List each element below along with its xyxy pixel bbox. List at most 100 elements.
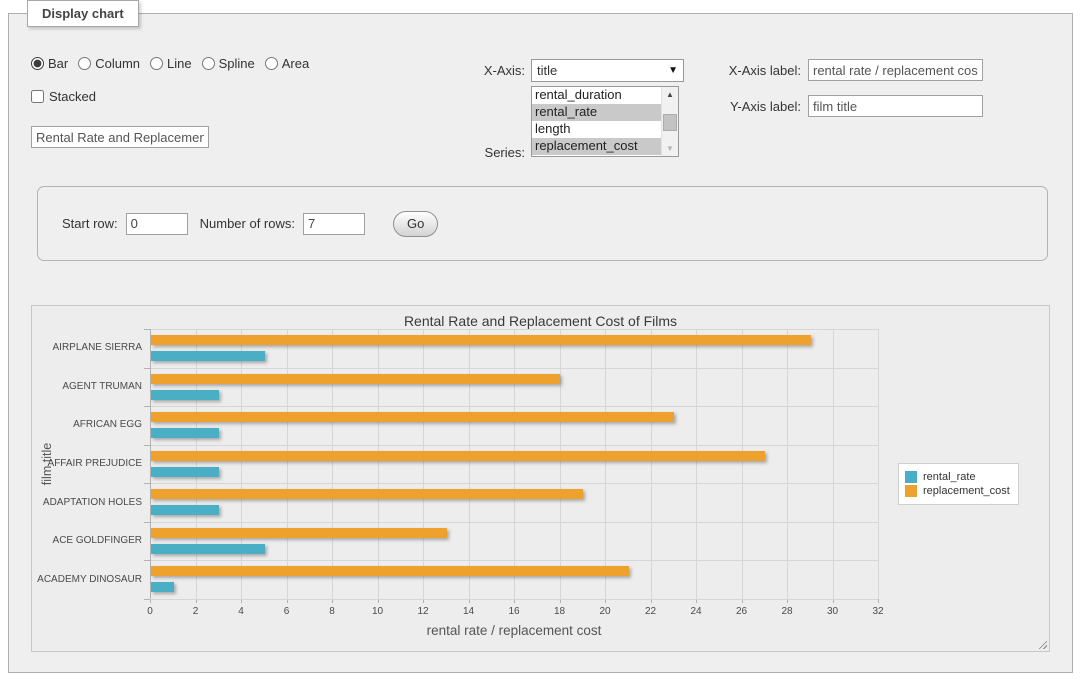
legend-swatch-icon <box>905 471 917 483</box>
chevron-down-icon: ▼ <box>668 65 678 76</box>
chart-type-bar[interactable]: Bar <box>31 56 68 71</box>
x-axis-tick-label: 30 <box>827 606 838 617</box>
series-option-rental_rate[interactable]: rental_rate <box>532 104 661 121</box>
bar-replacement_cost <box>151 566 629 576</box>
chart-type-spline[interactable]: Spline <box>202 56 255 71</box>
x-axis-tick-label: 26 <box>736 606 747 617</box>
bar-replacement_cost <box>151 489 583 499</box>
chart-type-line[interactable]: Line <box>150 56 192 71</box>
legend-label: rental_rate <box>923 471 976 483</box>
category-band <box>150 329 878 368</box>
display-chart-fieldset: Display chart BarColumnLineSplineArea St… <box>8 13 1073 673</box>
series-option-length[interactable]: length <box>532 121 661 138</box>
category-label: AGENT TRUMAN <box>32 381 142 392</box>
y-axis-tick <box>144 599 150 600</box>
series-option-rental_duration[interactable]: rental_duration <box>532 87 661 104</box>
scrollbar-thumb[interactable] <box>663 114 677 130</box>
chart-type-column[interactable]: Column <box>78 56 140 71</box>
radio-column[interactable] <box>78 57 91 70</box>
x-axis-tick-label: 8 <box>329 606 335 617</box>
category-band <box>150 445 878 484</box>
x-axis-tick-label: 0 <box>147 606 153 617</box>
x-axis-tick-label: 24 <box>690 606 701 617</box>
chart-type-label: Bar <box>48 56 68 71</box>
category-band <box>150 560 878 599</box>
legend-item-rental_rate[interactable]: rental_rate <box>905 471 1010 483</box>
x-axis-tick-label: 16 <box>508 606 519 617</box>
stacked-option[interactable]: Stacked <box>31 89 96 104</box>
category-label: ADAPTATION HOLES <box>32 497 142 508</box>
bar-rental_rate <box>151 582 174 592</box>
scroll-down-icon[interactable]: ▼ <box>662 141 678 156</box>
legend-label: replacement_cost <box>923 485 1010 497</box>
chart-title-input[interactable] <box>31 126 209 148</box>
y-axis-label-input[interactable] <box>808 95 983 117</box>
radio-bar[interactable] <box>31 57 44 70</box>
bar-rental_rate <box>151 505 219 515</box>
category-label: AIRPLANE SIERRA <box>32 342 142 353</box>
bar-replacement_cost <box>151 335 811 345</box>
scroll-up-icon[interactable]: ▲ <box>662 87 678 102</box>
x-axis-tick <box>878 599 879 603</box>
scrollbar-track[interactable] <box>662 102 678 141</box>
start-row-label: Start row: <box>62 216 118 231</box>
x-axis-tick-label: 28 <box>781 606 792 617</box>
category-band <box>150 483 878 522</box>
x-axis-tick-label: 20 <box>599 606 610 617</box>
x-axis-label-input[interactable] <box>808 59 983 81</box>
category-band <box>150 522 878 561</box>
bar-replacement_cost <box>151 412 674 422</box>
go-button[interactable]: Go <box>393 211 438 237</box>
bar-rental_rate <box>151 467 219 477</box>
row-controls-panel: Start row: Number of rows: Go <box>37 186 1048 261</box>
bar-replacement_cost <box>151 451 765 461</box>
bar-rental_rate <box>151 544 265 554</box>
radio-line[interactable] <box>150 57 163 70</box>
bar-replacement_cost <box>151 528 447 538</box>
fieldset-legend: Display chart <box>27 0 139 27</box>
series-list-label: Series: <box>449 145 525 160</box>
start-row-input[interactable] <box>126 213 188 235</box>
x-axis-select[interactable]: title ▼ <box>531 59 684 82</box>
category-label: ACE GOLDFINGER <box>32 535 142 546</box>
chart-type-area[interactable]: Area <box>265 56 309 71</box>
chart-type-label: Spline <box>219 56 255 71</box>
bar-rental_rate <box>151 428 219 438</box>
x-axis-tick-label: 32 <box>872 606 883 617</box>
category-label: AFFAIR PREJUDICE <box>32 458 142 469</box>
y-axis-label-label: Y-Axis label: <box>711 99 801 114</box>
x-axis-title: rental rate / replacement cost <box>150 623 878 638</box>
resize-handle-icon[interactable] <box>1036 638 1047 649</box>
gridline <box>150 599 878 600</box>
series-options: rental_durationrental_ratelengthreplacem… <box>532 87 661 156</box>
num-rows-label: Number of rows: <box>200 216 295 231</box>
category-band <box>150 406 878 445</box>
stacked-label: Stacked <box>49 89 96 104</box>
gridline <box>878 329 879 599</box>
legend-item-replacement_cost[interactable]: replacement_cost <box>905 485 1010 497</box>
x-axis-selected-value: title <box>537 63 668 78</box>
x-axis-tick-label: 6 <box>284 606 290 617</box>
x-axis-tick-label: 4 <box>238 606 244 617</box>
stacked-checkbox[interactable] <box>31 90 44 103</box>
chart-type-options: Bar Column Line Spline Area <box>31 56 319 71</box>
chart-container: Rental Rate and Replacement Cost of Film… <box>31 305 1050 652</box>
category-label: ACADEMY DINOSAUR <box>32 574 142 585</box>
bar-rental_rate <box>151 351 265 361</box>
radio-area[interactable] <box>265 57 278 70</box>
series-scrollbar[interactable]: ▲ ▼ <box>661 87 678 156</box>
series-option-replacement_cost[interactable]: replacement_cost <box>532 138 661 155</box>
x-axis-tick-label: 12 <box>417 606 428 617</box>
x-axis-tick-label: 10 <box>372 606 383 617</box>
radio-spline[interactable] <box>202 57 215 70</box>
num-rows-input[interactable] <box>303 213 365 235</box>
series-multiselect[interactable]: rental_durationrental_ratelengthreplacem… <box>531 86 679 157</box>
chart-title: Rental Rate and Replacement Cost of Film… <box>32 313 1049 329</box>
x-axis-tick-label: 22 <box>645 606 656 617</box>
chart-type-label: Line <box>167 56 192 71</box>
category-band <box>150 368 878 407</box>
chart-type-label: Area <box>282 56 309 71</box>
bar-rental_rate <box>151 390 219 400</box>
chart-legend: rental_rate replacement_cost <box>898 463 1019 505</box>
x-axis-label-label: X-Axis label: <box>711 63 801 78</box>
